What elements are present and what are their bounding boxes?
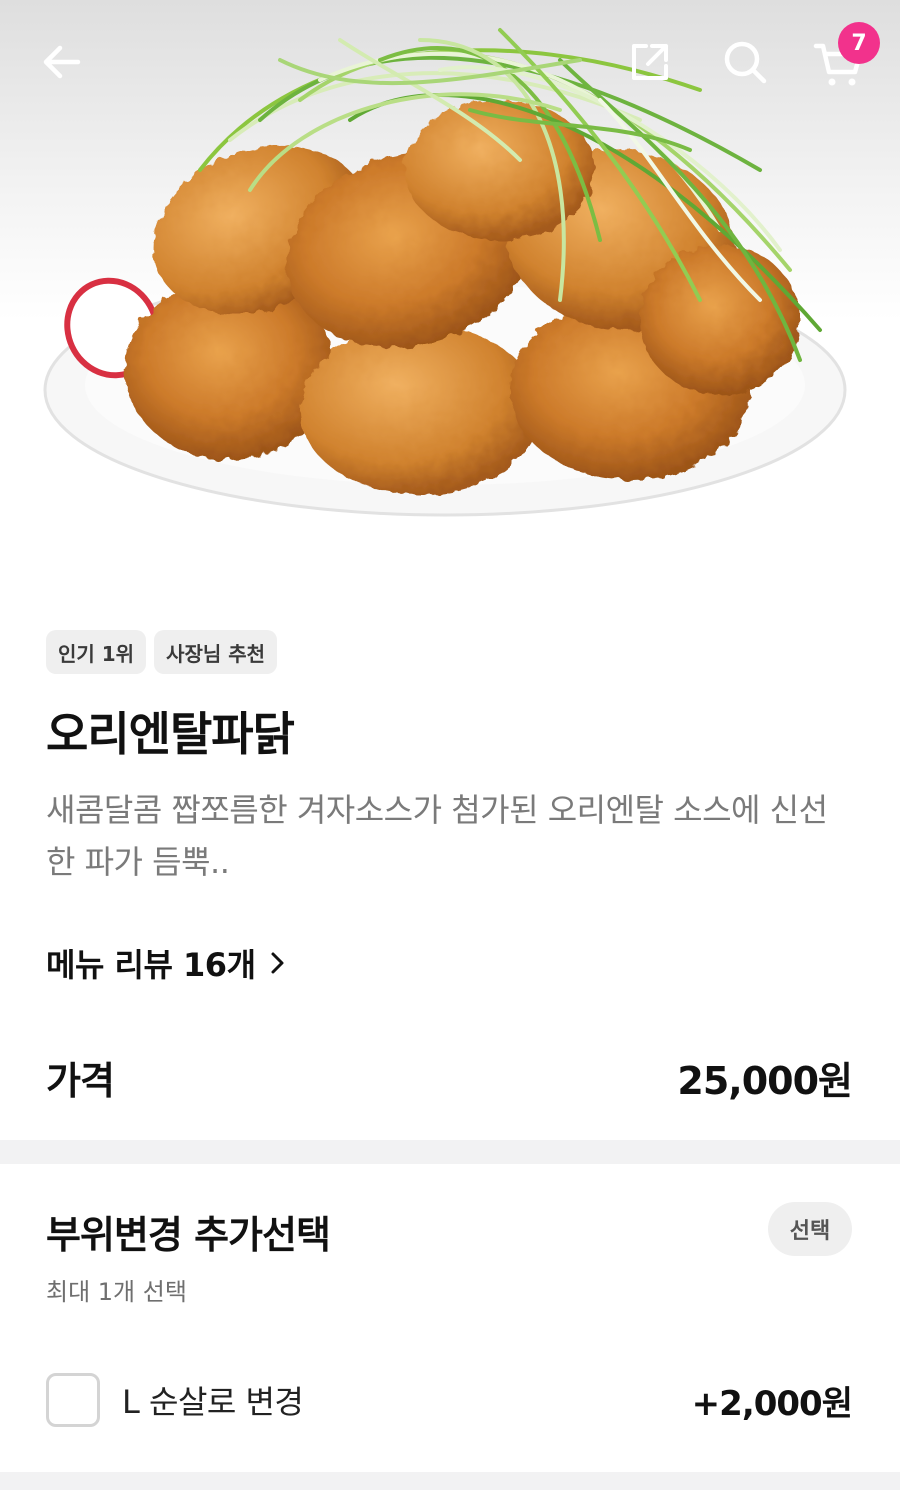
option-checkbox[interactable] bbox=[46, 1373, 100, 1427]
top-bar: 7 bbox=[0, 0, 900, 130]
back-button[interactable] bbox=[22, 22, 102, 102]
section-divider-bottom bbox=[0, 1472, 900, 1490]
option-group-title: 부위변경 추가선택 bbox=[46, 1213, 331, 1257]
option-group-subtitle: 최대 1개 선택 bbox=[46, 1278, 187, 1306]
cart-count-badge: 7 bbox=[838, 22, 880, 64]
menu-review-link[interactable]: 메뉴 리뷰 16개 bbox=[46, 940, 286, 986]
arrow-left-icon bbox=[43, 45, 81, 79]
option-item[interactable]: L 순살로 변경 +2,000원 bbox=[46, 1368, 853, 1432]
menu-tags: 인기 1위 사장님 추천 bbox=[46, 630, 278, 674]
menu-title: 오리엔탈파닭 bbox=[46, 707, 295, 761]
tag-owner-recommend: 사장님 추천 bbox=[154, 630, 278, 674]
review-link-label: 메뉴 리뷰 16개 bbox=[46, 946, 256, 984]
price-label: 가격 bbox=[46, 1059, 115, 1103]
share-button[interactable] bbox=[610, 22, 690, 102]
option-label: L 순살로 변경 bbox=[122, 1383, 304, 1421]
menu-description: 새콤달콤 짭쪼름한 겨자소스가 첨가된 오리엔탈 소스에 신선한 파가 듬뿍.. bbox=[46, 791, 828, 881]
search-button[interactable] bbox=[705, 22, 785, 102]
chevron-right-icon bbox=[271, 952, 284, 974]
price-row: 가격 25,000원 bbox=[46, 1050, 853, 1105]
section-divider bbox=[0, 1140, 900, 1164]
search-icon bbox=[724, 41, 767, 84]
tag-popular: 인기 1위 bbox=[46, 630, 147, 674]
option-price: +2,000원 bbox=[691, 1383, 853, 1424]
share-icon bbox=[632, 44, 668, 80]
option-optional-badge: 선택 bbox=[768, 1202, 852, 1256]
price-value: 25,000원 bbox=[677, 1059, 853, 1103]
